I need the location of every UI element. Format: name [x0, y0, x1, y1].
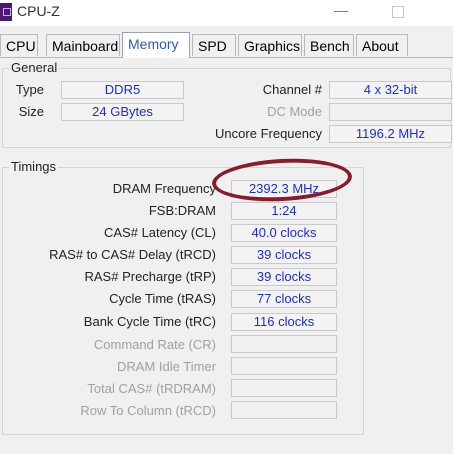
- trcd-label: RAS# to CAS# Delay (tRCD): [49, 247, 216, 262]
- dram-idle-timer-field: [231, 357, 337, 375]
- tab-memory[interactable]: Memory: [122, 32, 190, 58]
- command-rate-label: Command Rate (CR): [93, 337, 216, 352]
- dc-mode-field: [329, 103, 452, 121]
- dram-frequency-label: DRAM Frequency: [112, 181, 216, 196]
- trc-field: 116 clocks: [231, 313, 337, 331]
- general-group-title: General: [9, 60, 60, 75]
- row-to-column-field: [231, 401, 337, 419]
- dc-mode-label: DC Mode: [267, 104, 322, 119]
- tab-bar: CPU Mainboard Memory SPD Graphics Bench …: [0, 32, 453, 58]
- uncore-frequency-field: 1196.2 MHz: [329, 125, 452, 143]
- trc-label: Bank Cycle Time (tRC): [83, 314, 216, 329]
- dram-frequency-field: 2392.3 MHz: [231, 180, 337, 198]
- minimize-icon[interactable]: —: [334, 2, 348, 18]
- total-cas-field: [231, 379, 337, 397]
- tab-mainboard[interactable]: Mainboard: [46, 34, 120, 56]
- type-label: Type: [15, 82, 44, 97]
- tab-graphics[interactable]: Graphics: [238, 34, 302, 56]
- tras-field: 77 clocks: [231, 290, 337, 308]
- size-field: 24 GBytes: [61, 103, 184, 121]
- cpu-z-app-icon: [0, 3, 12, 21]
- maximize-icon[interactable]: [392, 6, 404, 18]
- tras-label: Cycle Time (tRAS): [109, 291, 216, 306]
- channel-field: 4 x 32-bit: [329, 81, 452, 99]
- row-to-column-label: Row To Column (tRCD): [80, 403, 216, 418]
- window-title: CPU-Z: [17, 3, 60, 19]
- timings-group-title: Timings: [9, 159, 59, 174]
- uncore-frequency-label: Uncore Frequency: [215, 126, 322, 141]
- size-label: Size: [18, 104, 44, 119]
- tab-bench[interactable]: Bench: [304, 34, 354, 56]
- cas-latency-field: 40.0 clocks: [231, 224, 337, 242]
- trp-field: 39 clocks: [231, 268, 337, 286]
- trcd-field: 39 clocks: [231, 246, 337, 264]
- cas-latency-label: CAS# Latency (CL): [104, 225, 216, 240]
- type-field: DDR5: [61, 81, 184, 99]
- fsb-dram-field: 1:24: [231, 202, 337, 220]
- command-rate-field: [231, 335, 337, 353]
- tab-cpu[interactable]: CPU: [0, 34, 38, 56]
- dram-idle-timer-label: DRAM Idle Timer: [117, 359, 216, 374]
- channel-label: Channel #: [262, 82, 322, 97]
- tab-spd[interactable]: SPD: [192, 34, 236, 56]
- trp-label: RAS# Precharge (tRP): [84, 269, 217, 284]
- fsb-dram-label: FSB:DRAM: [148, 203, 216, 218]
- total-cas-label: Total CAS# (tRDRAM): [87, 381, 216, 396]
- tab-about[interactable]: About: [356, 34, 408, 56]
- title-bar: CPU-Z —: [0, 0, 453, 26]
